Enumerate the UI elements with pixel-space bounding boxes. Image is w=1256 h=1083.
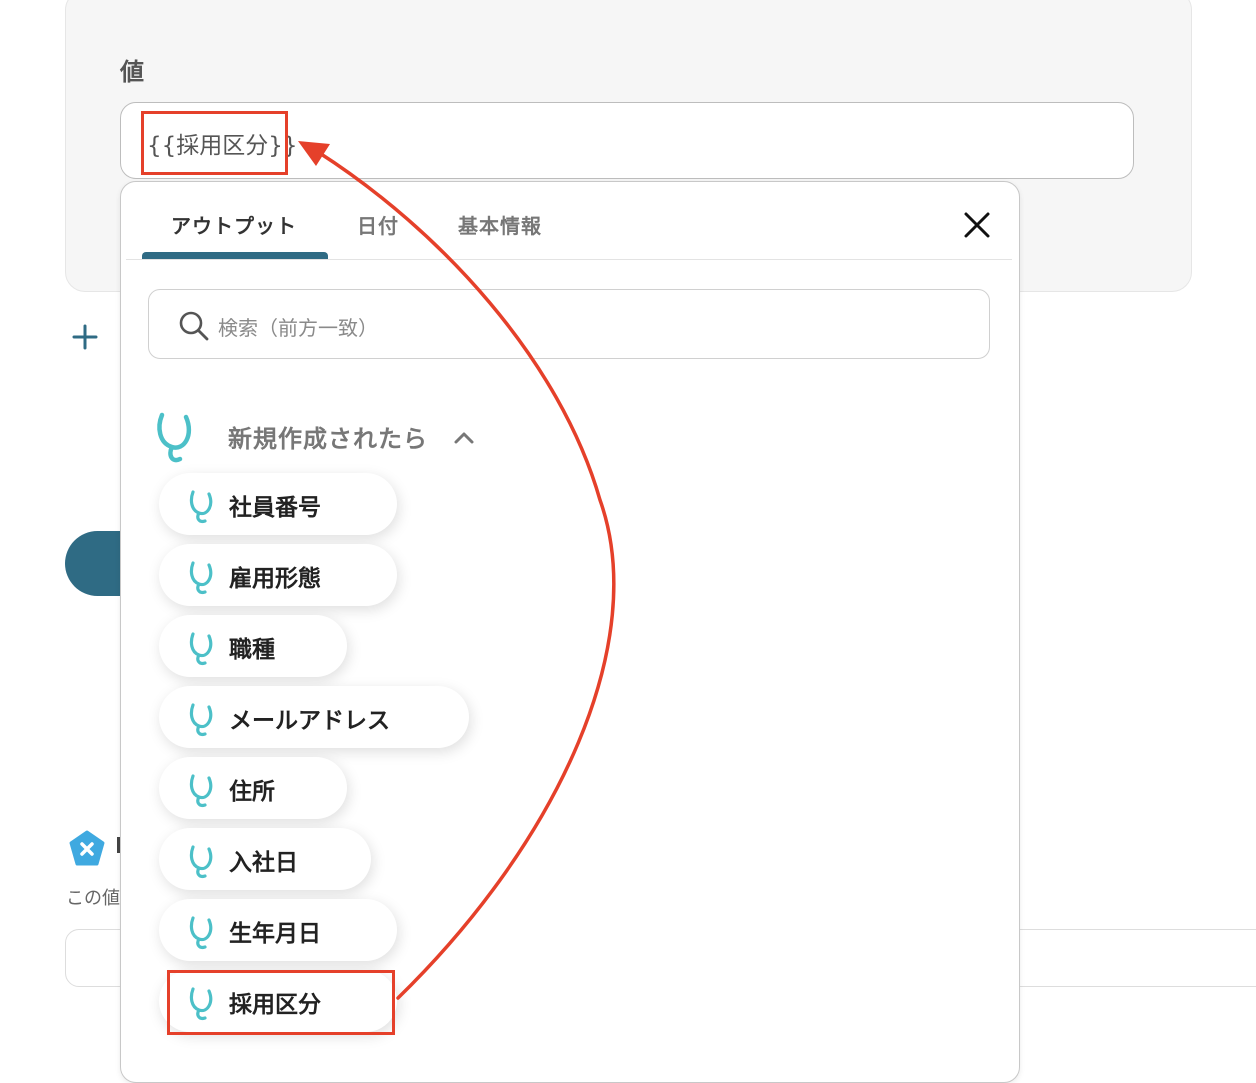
app-logo-icon [157,412,192,463]
chip-label: 住所 [229,779,275,805]
app-logo-icon [189,490,213,524]
app-logo-icon [189,916,213,950]
plus-icon[interactable] [70,322,100,352]
app-logo-icon [189,632,213,666]
annotation-highlight-value [141,111,288,175]
tab-divider [126,259,1012,260]
x-badge-icon [69,830,105,866]
output-chip-birth-date[interactable]: 生年月日 [159,899,397,961]
output-chip-address[interactable]: 住所 [159,757,347,819]
chip-label: 職種 [229,637,275,663]
search-icon [179,311,209,341]
chip-label: 社員番号 [229,495,321,521]
chip-label: メールアドレス [229,708,390,734]
tab-basic-info[interactable]: 基本情報 [458,210,542,239]
partial-description: この値 [66,888,120,909]
app-logo-icon [189,703,213,737]
tab-output[interactable]: アウトプット [171,210,297,239]
app-logo-icon [189,845,213,879]
chip-label: 生年月日 [229,921,321,947]
app-logo-icon [189,774,213,808]
output-chip-employment-type[interactable]: 雇用形態 [159,544,397,606]
chevron-up-icon[interactable] [452,428,476,446]
chip-label: 雇用形態 [229,566,321,592]
annotation-highlight-chip [167,970,395,1035]
output-chip-hire-date[interactable]: 入社日 [159,828,371,890]
value-field-label: 値 [120,58,144,86]
close-icon[interactable] [961,209,993,241]
output-chip-employee-number[interactable]: 社員番号 [159,473,397,535]
output-chip-email[interactable]: メールアドレス [159,686,469,748]
tab-date[interactable]: 日付 [357,210,399,239]
search-placeholder: 検索（前方一致） [218,316,378,340]
output-chip-job-type[interactable]: 職種 [159,615,347,677]
chip-label: 入社日 [229,850,298,876]
group-title[interactable]: 新規作成されたら [228,419,428,454]
app-logo-icon [189,561,213,595]
